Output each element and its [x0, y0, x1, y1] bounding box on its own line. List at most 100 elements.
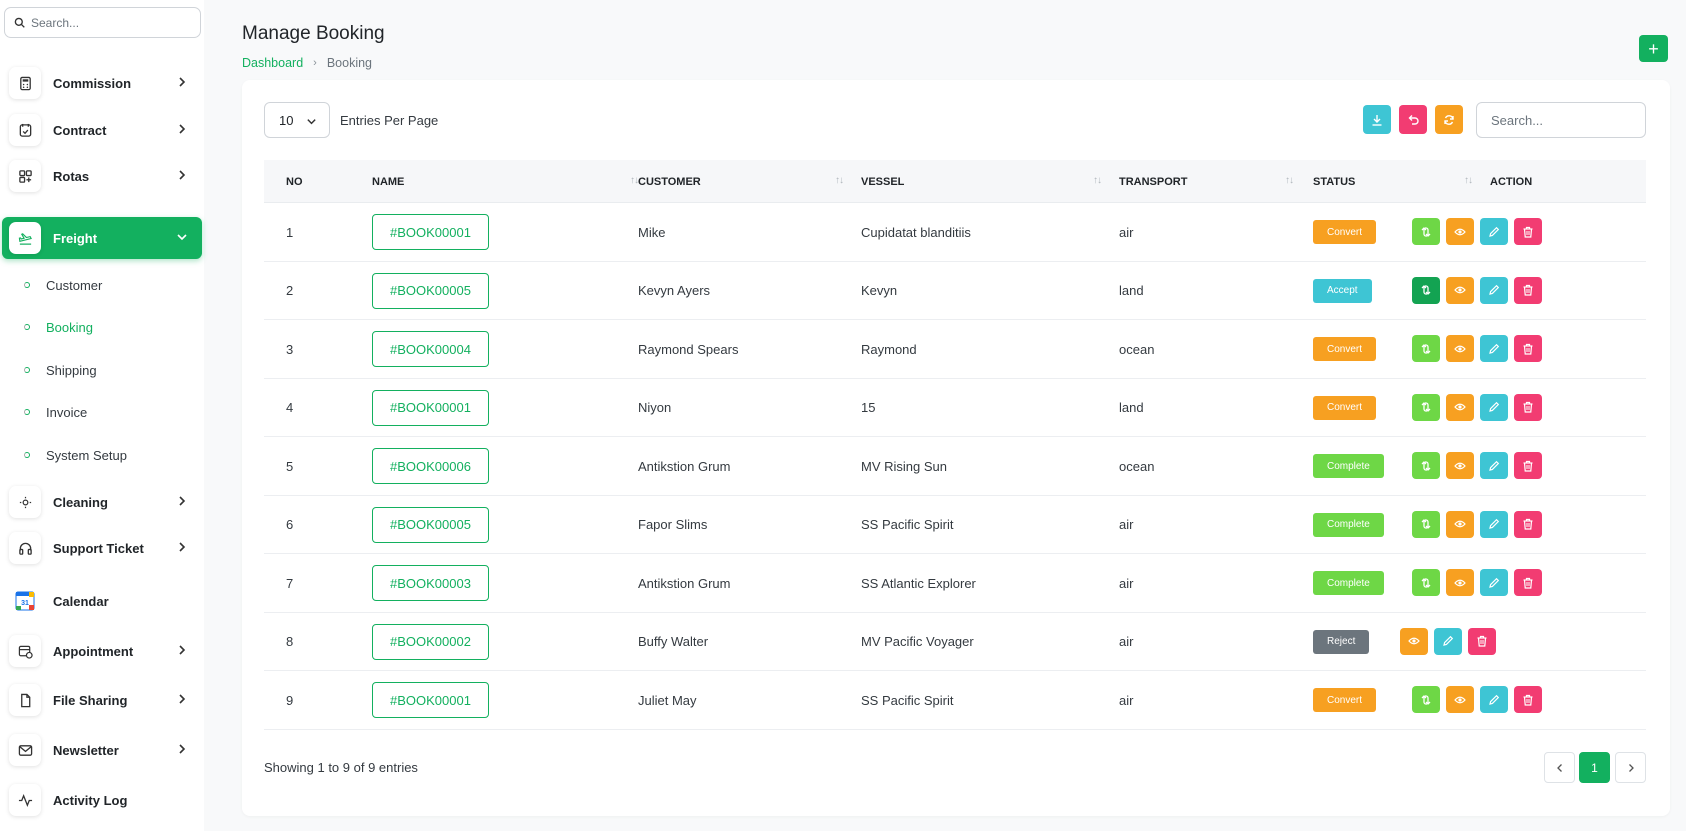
cell-transport: ocean: [1119, 458, 1155, 474]
booking-id-button[interactable]: #BOOK00002: [372, 623, 489, 660]
plane-icon: [18, 232, 32, 245]
convert-icon: [1421, 343, 1431, 354]
convert-button[interactable]: [1412, 452, 1440, 479]
edit-button[interactable]: [1480, 510, 1508, 538]
delete-button[interactable]: [1514, 335, 1542, 362]
table-header: NO NAME ↑↓ CUSTOMER ↑↓ VESSEL ↑↓ TRANSPO…: [264, 160, 1646, 203]
delete-button[interactable]: [1514, 686, 1542, 713]
sidebar-item-appointment[interactable]: Appointment: [2, 630, 202, 672]
view-button[interactable]: [1400, 627, 1428, 655]
convert-button[interactable]: [1412, 393, 1440, 421]
booking-id-button[interactable]: #BOOK00003: [372, 565, 489, 601]
booking-id-button[interactable]: #BOOK00006: [372, 448, 489, 484]
view-button[interactable]: [1446, 393, 1474, 421]
edit-button[interactable]: [1480, 569, 1508, 596]
booking-id-button[interactable]: #BOOK00005: [372, 506, 489, 543]
pencil-icon: [1443, 635, 1454, 646]
column-header-status[interactable]: STATUS: [1313, 160, 1355, 203]
booking-id-button[interactable]: #BOOK00005: [372, 272, 489, 309]
sidebar-item-support-ticket[interactable]: Support Ticket: [2, 527, 202, 569]
edit-button[interactable]: [1434, 627, 1462, 655]
add-booking-button[interactable]: +: [1639, 35, 1668, 62]
bullet-icon: [24, 324, 30, 330]
sidebar-item-contract[interactable]: Contract: [2, 109, 202, 151]
table-search-input[interactable]: [1476, 102, 1646, 138]
view-button[interactable]: [1446, 218, 1474, 245]
delete-button[interactable]: [1468, 627, 1496, 655]
delete-button[interactable]: [1514, 276, 1542, 304]
eye-icon: [1454, 520, 1466, 528]
column-header-transport[interactable]: TRANSPORT: [1119, 160, 1187, 203]
booking-id-button[interactable]: #BOOK00001: [372, 214, 489, 250]
view-button[interactable]: [1446, 276, 1474, 304]
sidebar-sub-system-setup[interactable]: System Setup: [24, 444, 127, 466]
sidebar-sub-customer[interactable]: Customer: [24, 274, 102, 296]
prev-page-button[interactable]: [1544, 752, 1575, 783]
column-header-customer[interactable]: CUSTOMER: [638, 160, 701, 203]
convert-button[interactable]: [1412, 218, 1440, 245]
sidebar-sub-booking[interactable]: Booking: [24, 316, 93, 338]
view-button[interactable]: [1446, 569, 1474, 596]
booking-id-button[interactable]: #BOOK00001: [372, 682, 489, 718]
cell-no: 9: [286, 692, 294, 708]
column-header-vessel[interactable]: VESSEL: [861, 160, 904, 203]
sidebar-search-input[interactable]: Search...: [4, 7, 201, 38]
cell-vessel: MV Rising Sun: [861, 458, 947, 474]
column-header-name[interactable]: NAME: [372, 160, 404, 203]
convert-button[interactable]: [1412, 276, 1440, 304]
undo-button[interactable]: [1399, 105, 1427, 134]
sidebar-sub-invoice[interactable]: Invoice: [24, 401, 87, 423]
entries-per-page-select[interactable]: 10: [264, 102, 330, 138]
chevron-right-icon: [179, 170, 186, 180]
refresh-button[interactable]: [1435, 105, 1463, 134]
download-button[interactable]: [1363, 105, 1391, 134]
trash-icon: [1523, 577, 1533, 589]
sidebar-item-commission[interactable]: Commission: [2, 62, 202, 104]
sort-icon[interactable]: ↑↓: [1093, 175, 1102, 186]
table-row: 3 #BOOK00004 Raymond Spears Raymond ocean Con…: [264, 320, 1646, 379]
booking-id-button[interactable]: #BOOK00001: [372, 389, 489, 426]
edit-button[interactable]: [1480, 452, 1508, 479]
headphones-icon: [18, 542, 32, 555]
convert-button[interactable]: [1412, 686, 1440, 713]
delete-button[interactable]: [1514, 452, 1542, 479]
sidebar-item-activity-log[interactable]: Activity Log: [2, 779, 202, 821]
edit-button[interactable]: [1480, 393, 1508, 421]
pencil-icon: [1489, 460, 1500, 471]
sidebar-item-newsletter[interactable]: Newsletter: [2, 729, 202, 771]
view-button[interactable]: [1446, 452, 1474, 479]
view-button[interactable]: [1446, 510, 1474, 538]
file-icon: [20, 693, 30, 707]
delete-button[interactable]: [1514, 569, 1542, 596]
status-badge: Complete: [1313, 454, 1384, 478]
delete-button[interactable]: [1514, 218, 1542, 245]
sidebar-item-freight[interactable]: Freight: [2, 217, 202, 259]
booking-id-button[interactable]: #BOOK00004: [372, 331, 489, 367]
breadcrumb-dashboard-link[interactable]: Dashboard: [242, 56, 303, 70]
cell-customer: Juliet May: [638, 692, 697, 708]
page-1-button[interactable]: 1: [1579, 752, 1610, 783]
view-button[interactable]: [1446, 686, 1474, 713]
sort-icon[interactable]: ↑↓: [835, 175, 844, 186]
view-button[interactable]: [1446, 335, 1474, 362]
sort-icon[interactable]: ↑↓: [1464, 175, 1473, 186]
edit-button[interactable]: [1480, 218, 1508, 245]
convert-button[interactable]: [1412, 510, 1440, 538]
edit-button[interactable]: [1480, 276, 1508, 304]
sidebar-item-rotas[interactable]: Rotas: [2, 155, 202, 197]
edit-button[interactable]: [1480, 335, 1508, 362]
delete-button[interactable]: [1514, 510, 1542, 538]
sort-icon[interactable]: ↑↓: [630, 175, 639, 186]
sidebar-item-cleaning[interactable]: Cleaning: [2, 481, 202, 523]
cell-vessel: SS Pacific Spirit: [861, 517, 954, 532]
sidebar-sub-shipping[interactable]: Shipping: [24, 359, 97, 381]
sidebar-item-calendar[interactable]: 31 Calendar: [2, 580, 202, 622]
convert-button[interactable]: [1412, 569, 1440, 596]
convert-button[interactable]: [1412, 335, 1440, 362]
convert-icon: [1421, 577, 1431, 588]
sidebar-item-file-sharing[interactable]: File Sharing: [2, 679, 202, 721]
next-page-button[interactable]: [1615, 752, 1646, 783]
edit-button[interactable]: [1480, 686, 1508, 713]
sort-icon[interactable]: ↑↓: [1285, 175, 1294, 186]
delete-button[interactable]: [1514, 393, 1542, 421]
